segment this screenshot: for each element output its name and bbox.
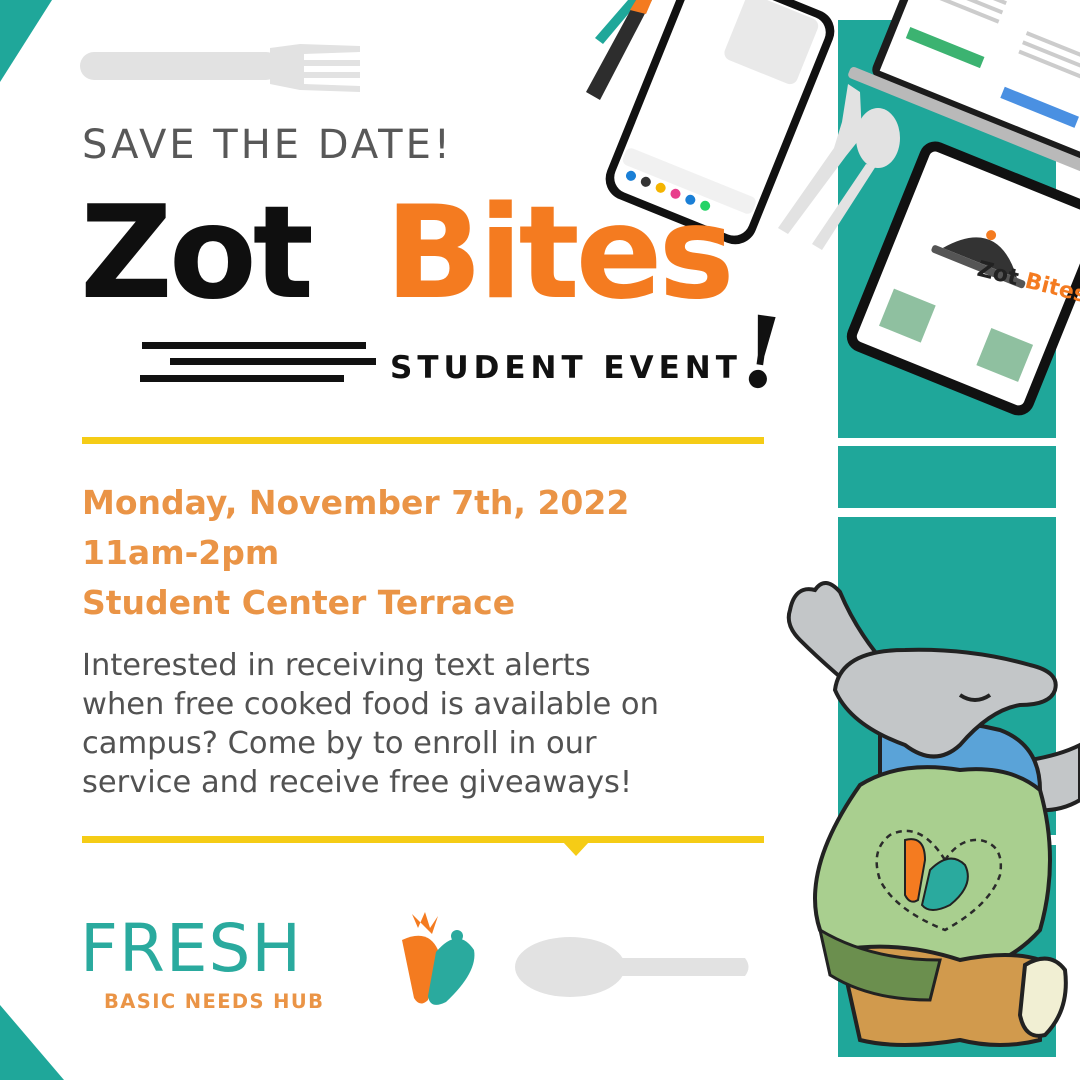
event-location: Student Center Terrace <box>82 583 516 622</box>
event-time: 11am-2pm <box>82 533 280 572</box>
speed-line <box>170 358 376 365</box>
speed-line <box>140 375 344 382</box>
spoon-icon <box>515 937 749 997</box>
corner-triangle-bottom-left <box>0 1005 64 1080</box>
carrot-icon <box>402 912 475 1005</box>
bites-wordmark: Bites <box>385 179 735 328</box>
description-line: Interested in receiving text alerts <box>82 648 591 683</box>
teal-block-2 <box>838 446 1056 508</box>
basic-needs-hub-text: BASIC NEEDS HUB <box>104 990 325 1013</box>
speed-line <box>142 342 366 349</box>
corner-triangle-top-left <box>0 0 52 82</box>
description-line: when free cooked food is available on <box>82 687 659 722</box>
event-flyer: Zot Bites SAVE THE DATE! Zot Bites STUDE… <box>0 0 1080 1080</box>
zot-wordmark: Zot <box>80 179 314 328</box>
description-line: service and receive free giveaways! <box>82 765 633 800</box>
student-event-label: STUDENT EVENT <box>390 350 742 386</box>
divider-top <box>82 437 764 444</box>
divider-bottom <box>82 836 764 843</box>
description-line: campus? Come by to enroll in our <box>82 726 597 761</box>
divider-notch <box>563 842 589 856</box>
event-description: Interested in receiving text alerts when… <box>82 646 772 802</box>
fresh-logo-text: FRESH <box>80 910 303 987</box>
save-the-date-heading: SAVE THE DATE! <box>82 122 453 168</box>
event-date: Monday, November 7th, 2022 <box>82 483 630 522</box>
fork-icon <box>80 44 360 92</box>
